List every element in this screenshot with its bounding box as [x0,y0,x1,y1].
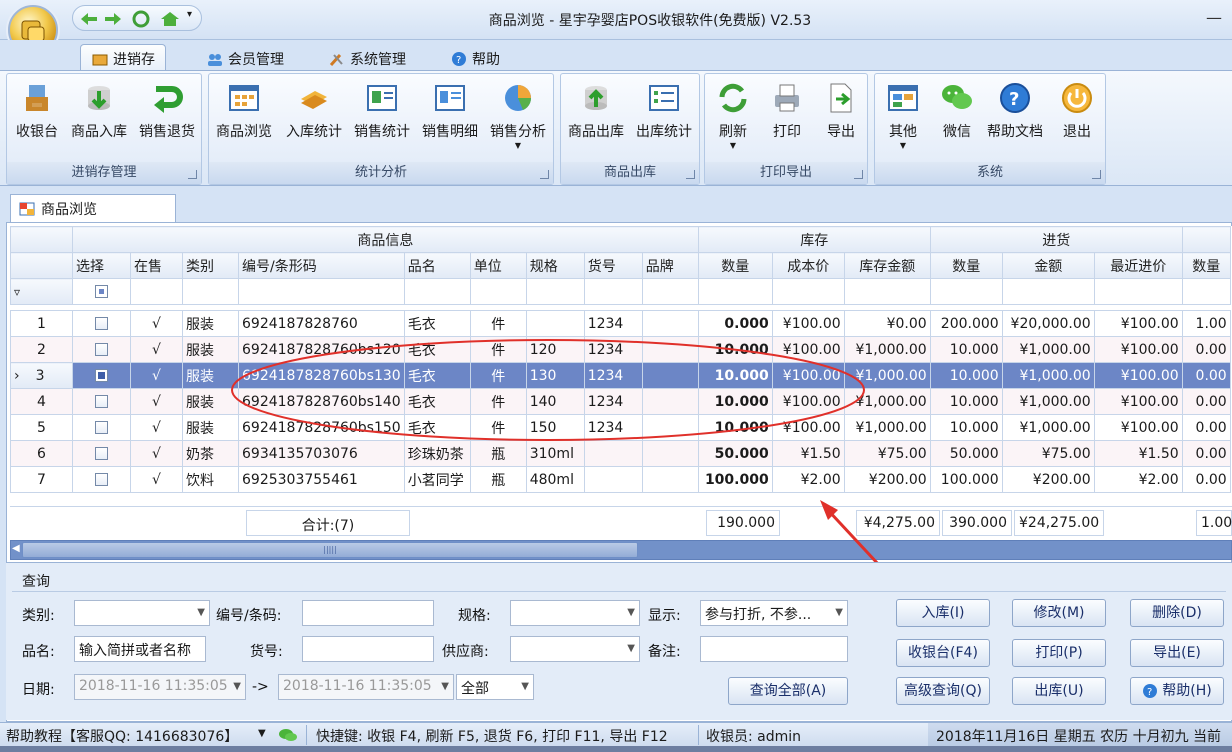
export-action-button[interactable]: 导出(E) [1130,639,1224,667]
note-label: 备注: [648,644,681,660]
date-to-picker[interactable]: 2018-11-16 11:35:05 ▼ [278,674,454,700]
taskbar-strip [0,746,1232,752]
status-help[interactable]: 帮助教程【客服QQ: 1416683076】 [6,726,238,746]
help-icon: ? [1143,684,1158,698]
supplier-label: 供应商: [442,644,489,660]
date-label: 日期: [22,682,55,698]
divider [12,591,1226,592]
stock-in-action-button[interactable]: 入库(I) [896,599,990,627]
chevron-down-icon: ▼ [627,643,635,654]
status-cashier: 收银员: admin [706,729,802,745]
edit-button[interactable]: 修改(M) [1012,599,1106,627]
date-range-select[interactable]: 全部 ▼ [456,674,534,700]
article-input[interactable] [302,636,434,662]
pos-action-button[interactable]: 收银台(F4) [896,639,990,667]
note-input[interactable] [700,636,848,662]
query-title: 查询 [22,574,50,590]
query-panel: 查询 类别: ▼ 编号/条码: 规格: ▼ 显示: 参与打折, 不参... ▼ 品… [6,562,1232,720]
spec-select[interactable]: ▼ [510,600,640,626]
name-label: 品名: [22,644,55,660]
chevron-down-icon: ▼ [233,681,241,692]
chevron-down-icon[interactable]: ▼ [258,728,266,739]
code-input[interactable] [302,600,434,626]
display-select[interactable]: 参与打折, 不参... ▼ [700,600,848,626]
spec-label: 规格: [458,608,491,624]
chevron-down-icon: ▼ [521,681,529,692]
status-bar: 帮助教程【客服QQ: 1416683076】 ▼ 快捷键: 收银 F4, 刷新 … [0,722,1232,747]
help-action-button[interactable]: ? 帮助(H) [1130,677,1224,705]
delete-button[interactable]: 删除(D) [1130,599,1224,627]
date-from-picker[interactable]: 2018-11-16 11:35:05 ▼ [74,674,246,700]
category-label: 类别: [22,608,55,624]
print-action-button[interactable]: 打印(P) [1012,639,1106,667]
chevron-down-icon: ▼ [441,681,449,692]
category-select[interactable]: ▼ [74,600,210,626]
chevron-down-icon: ▼ [197,607,205,618]
advanced-query-button[interactable]: 高级查询(Q) [896,677,990,705]
date-arrow: -> [252,679,269,695]
chevron-down-icon: ▼ [835,607,843,618]
supplier-select[interactable]: ▼ [510,636,640,662]
stock-out-action-button[interactable]: 出库(U) [1012,677,1106,705]
status-date: 2018年11月16日 星期五 农历 十月初九 当前 [936,729,1222,745]
highlight-ellipse [231,339,865,441]
code-label: 编号/条码: [216,608,282,624]
chevron-down-icon: ▼ [627,607,635,618]
display-label: 显示: [648,608,681,624]
query-all-button[interactable]: 查询全部(A) [728,677,848,705]
wechat-icon[interactable] [278,727,298,743]
article-label: 货号: [250,644,283,660]
status-shortcuts: 快捷键: 收银 F4, 刷新 F5, 退货 F6, 打印 F11, 导出 F12 [316,729,668,745]
name-input[interactable]: 输入简拼或者名称 [74,636,206,662]
svg-text:?: ? [1147,687,1152,698]
